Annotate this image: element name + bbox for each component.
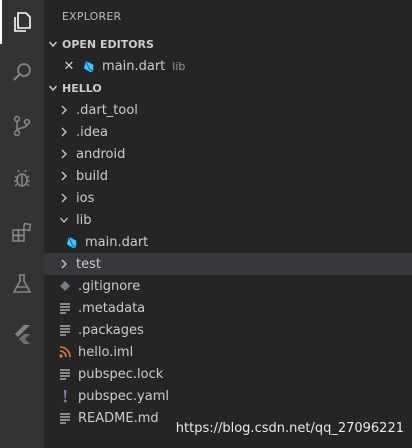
- open-editor-item[interactable]: ✕ main.dart lib: [44, 55, 412, 77]
- search-activity-icon[interactable]: [0, 50, 44, 94]
- tree-item-label: .idea: [76, 124, 108, 140]
- dart-file-icon: [82, 59, 96, 73]
- dart-file-icon: [65, 235, 79, 249]
- chevron-right-icon: [58, 193, 70, 203]
- yaml-file-icon: [58, 389, 72, 403]
- text-file-icon: [58, 323, 72, 337]
- tree-item-label: pubspec.lock: [78, 366, 164, 382]
- extensions-activity-icon[interactable]: [0, 210, 44, 254]
- tree-item-label: README.md: [78, 410, 159, 426]
- tree-folder-ios[interactable]: ios: [44, 187, 412, 209]
- tree-item-label: pubspec.yaml: [78, 388, 169, 404]
- chevron-right-icon: [58, 149, 70, 159]
- open-editors-label: OPEN EDITORS: [62, 37, 154, 51]
- open-editors-section-header[interactable]: OPEN EDITORS: [44, 33, 412, 55]
- text-file-icon: [58, 367, 72, 381]
- tree-file-pubspec-yaml[interactable]: pubspec.yaml: [44, 385, 412, 407]
- chevron-right-icon: [58, 259, 70, 269]
- source-control-icon: [13, 115, 31, 137]
- tree-item-label: android: [76, 146, 126, 162]
- testing-icon: [12, 274, 32, 293]
- tree-file-packages[interactable]: .packages: [44, 319, 412, 341]
- tree-item-label: main.dart: [85, 234, 149, 250]
- tree-file-gitignore[interactable]: .gitignore: [44, 275, 412, 297]
- activity-bar: [0, 0, 44, 448]
- explorer-sidebar: EXPLORER OPEN EDITORS ✕ main.dart lib HE…: [44, 0, 412, 448]
- text-file-icon: [58, 301, 72, 315]
- tree-folder-lib[interactable]: lib: [44, 209, 412, 231]
- tree-folder-dart-tool[interactable]: .dart_tool: [44, 99, 412, 121]
- tree-folder-build[interactable]: build: [44, 165, 412, 187]
- chevron-down-icon: [44, 39, 62, 49]
- files-icon: [14, 12, 31, 32]
- chevron-right-icon: [58, 171, 70, 181]
- testing-activity-icon[interactable]: [0, 262, 44, 306]
- chevron-right-icon: [58, 127, 70, 137]
- extensions-icon: [12, 222, 32, 242]
- tree-file-hello-iml[interactable]: hello.iml: [44, 341, 412, 363]
- tree-item-label: .dart_tool: [76, 102, 138, 118]
- tree-folder-idea[interactable]: .idea: [44, 121, 412, 143]
- debug-activity-icon[interactable]: [0, 156, 44, 200]
- flutter-activity-icon[interactable]: [0, 312, 44, 356]
- tree-file-pubspec-lock[interactable]: pubspec.lock: [44, 363, 412, 385]
- text-file-icon: [58, 411, 72, 425]
- flutter-icon: [15, 325, 30, 344]
- explorer-activity-icon[interactable]: [0, 0, 44, 44]
- tree-folder-test[interactable]: test: [44, 253, 412, 275]
- debug-icon: [14, 169, 30, 187]
- tree-item-label: test: [76, 256, 101, 272]
- tree-item-label: build: [76, 168, 108, 184]
- chevron-down-icon: [44, 83, 62, 93]
- tree-item-label: .metadata: [78, 300, 146, 316]
- tree-folder-android[interactable]: android: [44, 143, 412, 165]
- chevron-down-icon: [58, 215, 70, 225]
- tree-item-label: hello.iml: [78, 344, 134, 360]
- close-icon[interactable]: ✕: [62, 59, 76, 74]
- source-control-activity-icon[interactable]: [0, 104, 44, 148]
- workspace-label: HELLO: [62, 81, 102, 95]
- watermark: https://blog.csdn.net/qq_27096221: [175, 421, 404, 436]
- tree-item-label: lib: [76, 212, 92, 228]
- open-editor-folder: lib: [172, 59, 186, 73]
- explorer-title: EXPLORER: [62, 10, 122, 23]
- rss-file-icon: [58, 345, 72, 359]
- search-icon: [13, 63, 31, 81]
- tree-item-label: .packages: [78, 322, 144, 338]
- git-file-icon: [58, 279, 72, 293]
- tree-item-label: ios: [76, 190, 95, 206]
- tree-file-metadata[interactable]: .metadata: [44, 297, 412, 319]
- tree-item-label: .gitignore: [78, 278, 141, 294]
- workspace-section-header[interactable]: HELLO: [44, 77, 412, 99]
- chevron-right-icon: [58, 105, 70, 115]
- tree-file-main-dart[interactable]: main.dart: [44, 231, 412, 253]
- open-editor-name: main.dart: [102, 58, 166, 74]
